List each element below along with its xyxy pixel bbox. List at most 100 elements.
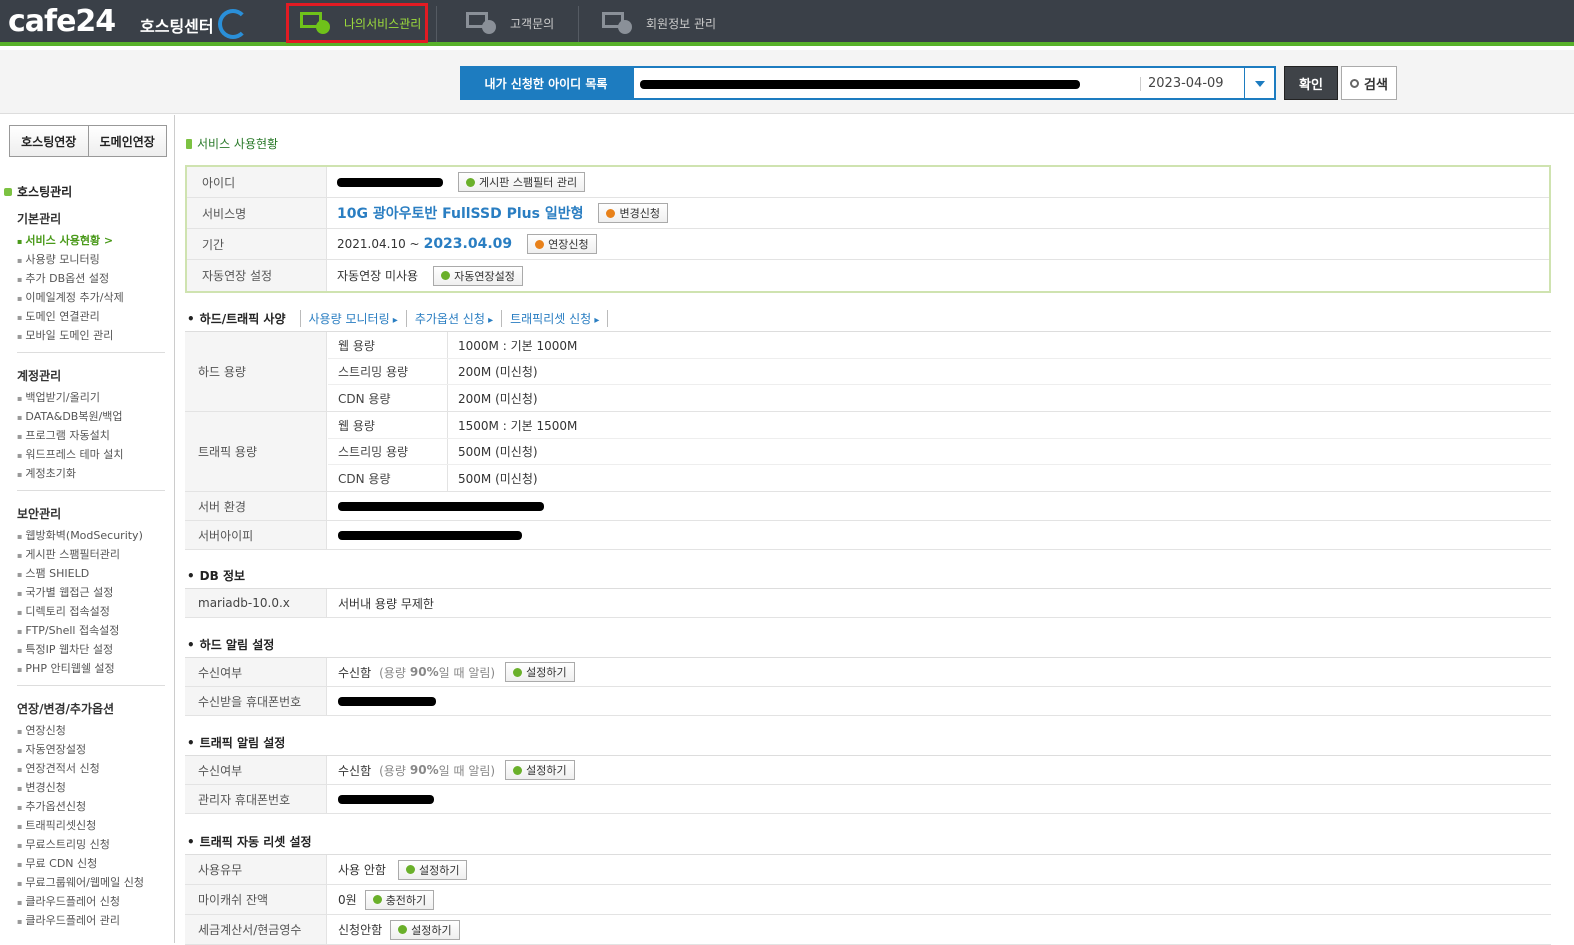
sidebar-item-add-option[interactable]: 추가옵션신청 (17, 798, 86, 814)
renewal-request-button[interactable]: 연장신청 (527, 234, 597, 254)
nav-member-info[interactable]: 회원정보 관리 (602, 2, 716, 44)
sidebar-item-renewal[interactable]: 연장신청 (17, 722, 65, 738)
reset-use-value: 사용 안함 설정하기 (338, 855, 468, 884)
sidebar-item-email-account[interactable]: 이메일계정 추가/삭제 (17, 289, 123, 305)
disk-alert-setting-button[interactable]: 설정하기 (505, 662, 575, 682)
hw-section-title: 하드/트래픽 사양 (199, 312, 286, 326)
sidebar-item-domain-link[interactable]: 도메인 연결관리 (17, 308, 99, 324)
charge-button[interactable]: 충전하기 (364, 889, 435, 910)
sidebar-item-change[interactable]: 변경신청 (17, 779, 65, 795)
sidebar-item-usage-monitor[interactable]: 사용량 모니터링 (17, 251, 99, 267)
table-row: 웹 용량 1000M : 기본 1000M (328, 332, 1551, 359)
sidebar-item-cloudflare-manage[interactable]: 클라우드플레어 관리 (17, 912, 120, 928)
sidebar-root-label: 호스팅관리 (17, 185, 73, 199)
traffic-label: 트래픽 용량 (185, 412, 327, 491)
sidebar-group-security: 보안관리 (17, 507, 62, 521)
sidebar-item-restore[interactable]: DATA&DB복원/백업 (17, 408, 122, 424)
id-expiry-date: 2023-04-09 (1148, 76, 1224, 91)
table-row: mariadb-10.0.x 서버내 용량 무제한 (185, 589, 1551, 618)
auto-renewal-status: 자동연장 미사용 (337, 269, 419, 283)
annotation-highlight-box (286, 3, 428, 43)
sidebar-item-anti-webshell[interactable]: PHP 안티웹쉘 설정 (17, 660, 114, 676)
confirm-button[interactable]: 확인 (1284, 66, 1338, 100)
sidebar-divider (17, 685, 165, 686)
sidebar-item-account-reset[interactable]: 계정초기화 (17, 465, 76, 481)
table-row: 서버아이피 (185, 521, 1551, 550)
sidebar-item-db-option[interactable]: 추가 DB옵션 설정 (17, 270, 109, 286)
redacted-phone (338, 794, 434, 804)
traffic-reset-link[interactable]: 트래픽리셋 신청 (501, 310, 607, 327)
reset-use-status: 사용 안함 (338, 863, 386, 877)
sidebar-item-ftp-shell[interactable]: FTP/Shell 접속설정 (17, 622, 119, 638)
disk-streaming-value: 200M (미신청) (458, 365, 538, 379)
disk-alert-pre: (용량 (379, 665, 406, 680)
arrow-circle-icon (372, 895, 382, 904)
sidebar-item-renewal-quote[interactable]: 연장견적서 신청 (17, 760, 99, 776)
nav-customer-inquiry[interactable]: 고객문의 (466, 2, 554, 44)
tax-setting-button[interactable]: 설정하기 (390, 919, 460, 940)
id-list-select[interactable]: 2023-04-09 (632, 66, 1276, 100)
sidebar-item-auto-install[interactable]: 프로그램 자동설치 (17, 427, 109, 443)
usage-monitor-link[interactable]: 사용량 모니터링 (299, 310, 406, 327)
sidebar-item-cloudflare-apply[interactable]: 클라우드플레어 신청 (17, 893, 120, 909)
sidebar-item-service-status[interactable]: 서비스 사용현황 > (17, 232, 113, 248)
table-row: 웹 용량 1500M : 기본 1500M (328, 412, 1551, 439)
sidebar-item-spam-filter[interactable]: 게시판 스팸필터관리 (17, 546, 120, 562)
sidebar-item-backup[interactable]: 백업받기/올리기 (17, 389, 100, 405)
traffic-alert-setting-button[interactable]: 설정하기 (505, 760, 575, 780)
sidebar-item-auto-renewal[interactable]: 자동연장설정 (17, 741, 86, 757)
sidebar-item-directory-access[interactable]: 디렉토리 접속설정 (17, 603, 109, 619)
traffic-alert-pre: (용량 (379, 763, 406, 778)
hosting-renewal-tab[interactable]: 호스팅연장 (10, 126, 88, 156)
hw-sub-links: 사용량 모니터링 추가옵션 신청 트래픽리셋 신청 (299, 310, 609, 327)
renewal-request-label: 연장신청 (548, 238, 589, 251)
sidebar-group-renewal: 연장/변경/추가옵션 (17, 702, 115, 716)
dropdown-arrow-icon[interactable] (1244, 68, 1274, 98)
auto-renewal-label: 자동연장 설정 (187, 260, 327, 291)
sidebar-item-country-access[interactable]: 국가별 웹접근 설정 (17, 584, 113, 600)
redacted-phone (338, 696, 436, 706)
sidebar-item-free-groupware[interactable]: 무료그룹웨어/웹메일 신청 (17, 874, 144, 890)
sidebar-item-waf[interactable]: 웹방화벽(ModSecurity) (17, 527, 142, 543)
add-option-link[interactable]: 추가옵션 신청 (405, 310, 501, 327)
disk-label: 하드 용량 (185, 332, 327, 411)
traffic-web-label: 웹 용량 (328, 412, 448, 438)
reset-setting-button[interactable]: 설정하기 (397, 859, 468, 880)
cafe24-logo[interactable]: cafe24 (8, 4, 116, 39)
main-content: 서비스 사용현황 아이디 게시판 스팸필터 관리 서비스명 10G 광아우토반 … (175, 115, 1574, 945)
traffic-alert-recv-label: 수신여부 (185, 756, 327, 784)
bullet-square-icon (4, 187, 12, 196)
disk-alert-section-head: 하드 알림 설정 (187, 636, 275, 653)
traffic-streaming-value: 500M (미신청) (458, 445, 538, 459)
domain-renewal-tab[interactable]: 도메인연장 (87, 126, 166, 156)
member-icon (602, 12, 632, 34)
arrow-circle-icon (535, 239, 545, 249)
arrow-circle-icon (513, 765, 523, 775)
nav-divider (578, 6, 579, 42)
reset-section-head: 트래픽 자동 리셋 설정 (187, 833, 312, 850)
sidebar-item-free-cdn[interactable]: 무료 CDN 신청 (17, 855, 97, 871)
arrow-circle-icon (513, 667, 523, 677)
db-capacity: 서버내 용량 무제한 (338, 596, 434, 611)
sidebar-item-traffic-reset[interactable]: 트래픽리셋신청 (17, 817, 96, 833)
sidebar-item-spam-shield[interactable]: 스팸 SHIELD (17, 565, 89, 581)
table-row: CDN 용량 200M (미신청) (328, 385, 1551, 412)
sidebar-item-mobile-domain[interactable]: 모바일 도메인 관리 (17, 327, 113, 343)
nav-divider (436, 6, 437, 42)
disk-alert-table: 수신여부 수신함 (용량 90% 일 때 알림) 설정하기 수신받을 휴대폰번호 (185, 657, 1551, 716)
sidebar-root[interactable]: 호스팅관리 (4, 183, 72, 200)
nav-customer-inquiry-label: 고객문의 (510, 16, 555, 31)
traffic-alert-recv-value: 수신함 (용량 90% 일 때 알림) 설정하기 (338, 756, 575, 784)
info-row-id: 아이디 게시판 스팸필터 관리 (187, 167, 1549, 198)
disk-cdn-value: 200M (미신청) (458, 391, 538, 406)
sidebar-tabs: 호스팅연장 도메인연장 (9, 125, 167, 157)
spam-filter-button[interactable]: 게시판 스팸필터 관리 (458, 172, 586, 192)
sidebar-item-ip-block[interactable]: 특정IP 웹차단 설정 (17, 641, 113, 657)
search-button[interactable]: 검색 (1341, 66, 1397, 100)
hosting-center-label[interactable]: 호스팅센터 (140, 13, 214, 37)
change-request-button[interactable]: 변경신청 (598, 203, 668, 223)
sidebar-item-wp-theme[interactable]: 워드프레스 테마 설치 (17, 446, 123, 462)
top-navigation-bar: cafe24 호스팅센터 나의서비스관리 고객문의 회원정보 관리 (0, 0, 1574, 46)
sidebar-item-free-streaming[interactable]: 무료스트리밍 신청 (17, 836, 109, 852)
auto-renewal-button[interactable]: 자동연장설정 (433, 265, 523, 286)
